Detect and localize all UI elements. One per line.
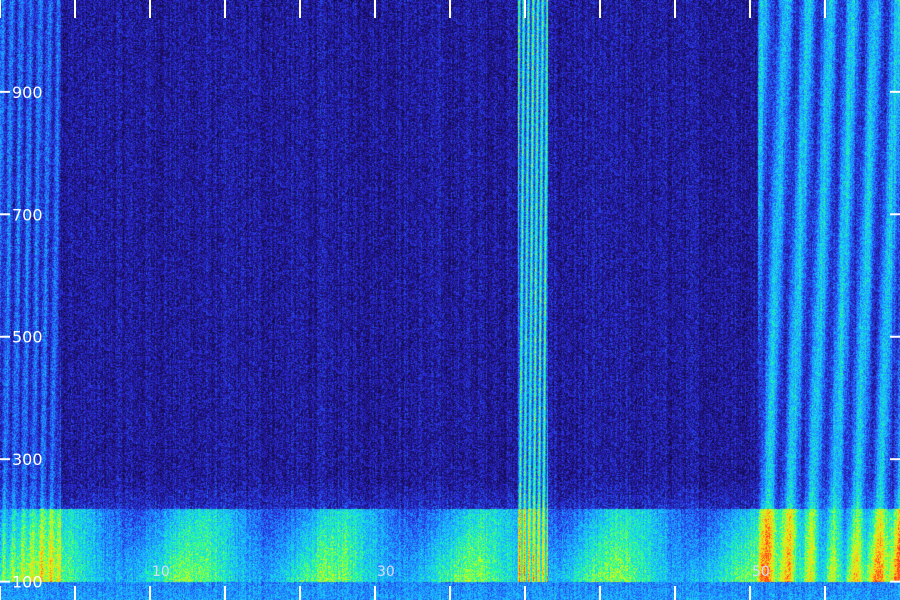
y-tick-label: 100 xyxy=(12,573,43,592)
x-tick-label: 10 xyxy=(152,564,170,580)
y-tick-label: 500 xyxy=(12,328,43,347)
y-tick-label: 700 xyxy=(12,205,43,224)
axes-overlay: 100 300 500 700 900 10 30 50 xyxy=(0,0,900,600)
y-tick-label: 900 xyxy=(12,83,43,102)
x-tick-label: 30 xyxy=(377,564,395,580)
y-tick-label: 300 xyxy=(12,450,43,469)
spectrogram-view: 100 300 500 700 900 10 30 50 xyxy=(0,0,900,600)
x-tick-label: 50 xyxy=(752,564,770,580)
